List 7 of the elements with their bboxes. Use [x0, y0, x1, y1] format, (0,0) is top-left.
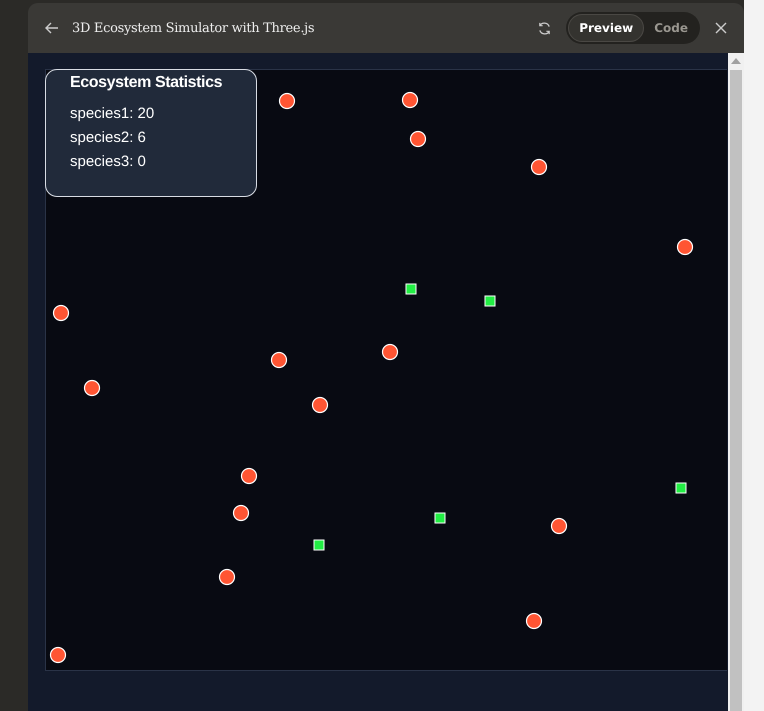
stats-title: Ecosystem Statistics — [70, 74, 224, 92]
stats-line: species2: 6 — [70, 128, 147, 148]
view-tab[interactable]: Preview — [568, 14, 644, 42]
window-title: 3D Ecosystem Simulator with Three.js — [72, 20, 314, 36]
stats-line: species1: 20 — [70, 104, 156, 124]
view-tab[interactable]: Code — [644, 14, 698, 42]
stats-line: species3: 0 — [70, 152, 147, 172]
